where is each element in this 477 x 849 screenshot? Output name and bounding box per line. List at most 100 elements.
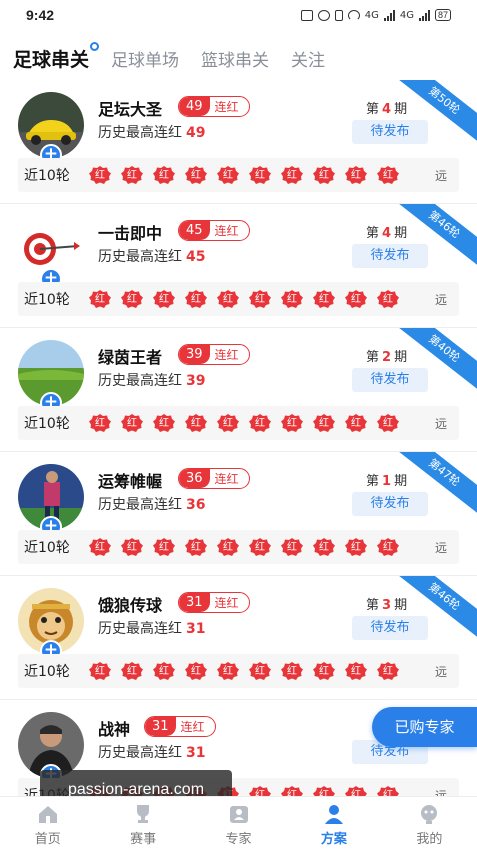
history-value: 31 xyxy=(186,745,206,761)
badge-text: 红 xyxy=(223,170,233,181)
streak-badge: 39 连红 xyxy=(178,344,250,365)
badge-text: 红 xyxy=(191,418,201,429)
badge-text: 红 xyxy=(255,170,265,181)
bottom-nav: 首页 赛事 专家 方案 我的 xyxy=(0,796,477,849)
round-ribbon: 第46轮 xyxy=(397,204,477,274)
badge-text: 红 xyxy=(319,666,329,677)
red-result-badge: 红 xyxy=(312,537,336,557)
recent-label: 近10轮 xyxy=(24,416,70,432)
tab-football-parlay[interactable]: 足球串关 xyxy=(13,41,100,72)
tab-follow[interactable]: 关注 xyxy=(291,46,325,71)
period-number: 4 xyxy=(382,226,392,241)
red-result-badge: 红 xyxy=(248,413,272,433)
expert-card[interactable]: + 足坛大圣 49 连红 历史最高连红 49 第 4 期待发布 第50轮 近10轮红红红红红红红红红… xyxy=(0,80,477,204)
history-value: 49 xyxy=(186,125,206,141)
badge-text: 红 xyxy=(95,542,105,553)
expert-avatar[interactable]: + xyxy=(18,588,84,662)
red-result-badge: 红 xyxy=(184,661,208,681)
nav-experts[interactable]: 专家 xyxy=(191,797,286,849)
badge-text: 红 xyxy=(159,170,169,181)
red-result-badge: 红 xyxy=(280,785,304,796)
red-result-badge: 红 xyxy=(344,413,368,433)
badge-text: 红 xyxy=(255,790,265,796)
streak-badge: 45 连红 xyxy=(178,220,250,241)
purchased-experts-button[interactable]: 已购专家 xyxy=(372,707,477,747)
round-ribbon: 第47轮 xyxy=(397,452,477,522)
badge-text: 红 xyxy=(383,418,393,429)
badge-text: 红 xyxy=(223,666,233,677)
recent-label: 近10轮 xyxy=(24,292,70,308)
history-label: 历史最高连红 xyxy=(98,249,182,265)
period-number: 1 xyxy=(382,474,392,489)
expert-avatar[interactable]: + xyxy=(18,340,84,414)
red-result-badge: 红 xyxy=(152,413,176,433)
streak-badge: 36 连红 xyxy=(178,468,250,489)
red-result-badge: 红 xyxy=(312,661,336,681)
expert-list: + 足坛大圣 49 连红 历史最高连红 49 第 4 期待发布 第50轮 近10轮红红红红红红红红红… xyxy=(0,80,477,796)
status-bar: 9:42 4G 4G 87 xyxy=(0,0,477,30)
expert-avatar[interactable]: + xyxy=(18,92,84,166)
red-result-badge: 红 xyxy=(184,537,208,557)
nav-home[interactable]: 首页 xyxy=(0,797,95,849)
red-result-badge: 红 xyxy=(344,165,368,185)
badge-text: 红 xyxy=(319,170,329,181)
nav-plans[interactable]: 方案 xyxy=(286,797,381,849)
far-label: 远 xyxy=(434,292,447,307)
plan-icon xyxy=(324,805,343,824)
history-best: 历史最高连红 31 xyxy=(98,618,205,638)
expert-avatar[interactable]: + xyxy=(18,464,84,538)
red-result-badge: 红 xyxy=(376,537,400,557)
badge-text: 红 xyxy=(223,418,233,429)
nav-experts-label: 专家 xyxy=(225,832,252,847)
recent-rounds: 近10轮 红 红 红 红 红 红 红 红 红 红 远 xyxy=(18,282,459,316)
red-result-badge: 红 xyxy=(152,537,176,557)
streak-label: 连红 xyxy=(180,720,205,734)
signal-2-icon xyxy=(418,9,430,21)
expert-card[interactable]: + 一击即中 45 连红 历史最高连红 45 第 4 期待发布 第46轮 近10轮红红红红红红红红红… xyxy=(0,204,477,328)
expert-name: 绿茵王者 xyxy=(98,348,163,367)
red-result-badge: 红 xyxy=(216,537,240,557)
tab-label: 足球串关 xyxy=(13,48,90,71)
active-dot-icon xyxy=(90,41,100,51)
history-label: 历史最高连红 xyxy=(98,621,182,637)
expert-card[interactable]: + 饿狼传球 31 连红 历史最高连红 31 第 3 期待发布 第46轮 近10轮红红红红红红红红红… xyxy=(0,576,477,700)
badge-text: 红 xyxy=(287,294,297,305)
expert-avatar[interactable]: + xyxy=(18,712,84,786)
expert-card[interactable]: + 运筹帷幄 36 连红 历史最高连红 36 第 1 期待发布 第47轮 近10轮红红红红红红红红红… xyxy=(0,452,477,576)
history-label: 历史最高连红 xyxy=(98,125,182,141)
red-result-badge: 红 xyxy=(376,413,400,433)
badge-text: 红 xyxy=(287,790,297,796)
network-1-label: 4G xyxy=(364,9,379,21)
red-result-badge: 红 xyxy=(184,413,208,433)
streak-count: 31 xyxy=(179,593,210,612)
expert-card[interactable]: + 绿茵王者 39 连红 历史最高连红 39 第 2 期待发布 第40轮 近10轮红红红红红红红红红… xyxy=(0,328,477,452)
result-badges: 红红红红红红红红红红 xyxy=(88,537,400,557)
red-result-badge: 红 xyxy=(376,661,400,681)
red-result-badge: 红 xyxy=(344,785,368,796)
tab-football-single[interactable]: 足球单场 xyxy=(111,46,179,71)
badge-text: 红 xyxy=(95,418,105,429)
recent-rounds: 近10轮 红 红 红 红 红 红 红 红 红 红 远 xyxy=(18,530,459,564)
badge-text: 红 xyxy=(95,666,105,677)
nav-profile[interactable]: 我的 xyxy=(382,797,477,849)
nav-matches[interactable]: 赛事 xyxy=(95,797,190,849)
history-best: 历史最高连红 45 xyxy=(98,246,205,266)
expert-avatar[interactable]: + xyxy=(18,216,84,290)
red-result-badge: 红 xyxy=(344,537,368,557)
round-label: 第40轮 xyxy=(397,328,477,392)
badge-text: 红 xyxy=(351,418,361,429)
period-prefix: 第 xyxy=(366,226,380,241)
streak-label: 连红 xyxy=(214,472,239,486)
history-value: 36 xyxy=(186,497,206,513)
streak-count: 45 xyxy=(179,221,210,240)
streak-count: 39 xyxy=(179,345,210,364)
badge-text: 红 xyxy=(223,294,233,305)
badge-text: 红 xyxy=(191,294,201,305)
tab-basketball-parlay[interactable]: 篮球串关 xyxy=(201,46,269,71)
expert-name: 足坛大圣 xyxy=(98,100,163,119)
red-result-badge: 红 xyxy=(120,537,144,557)
badge-text: 红 xyxy=(127,170,137,181)
badge-text: 红 xyxy=(159,294,169,305)
red-result-badge: 红 xyxy=(280,413,304,433)
wifi-icon xyxy=(347,9,360,21)
